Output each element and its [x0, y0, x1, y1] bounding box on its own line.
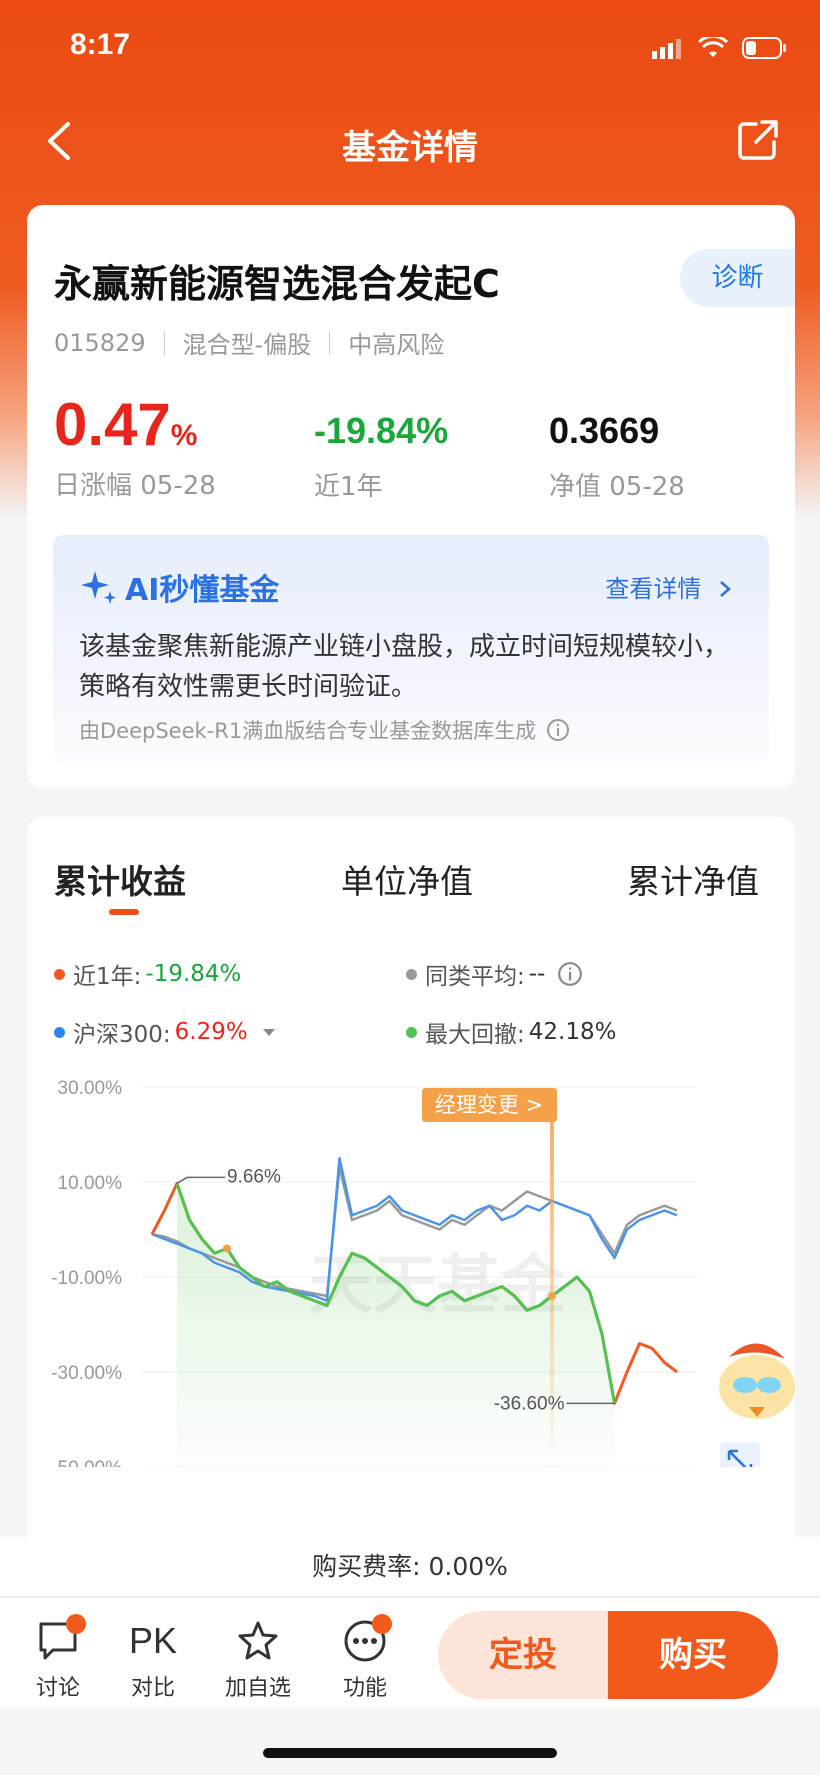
- share-icon[interactable]: [736, 118, 780, 162]
- legend-fund: 近1年: -19.84%: [54, 957, 241, 991]
- daily-change-number: 0.47: [54, 391, 171, 458]
- notification-badge: [372, 1614, 392, 1634]
- legend-dd-value: 42.18%: [528, 1019, 617, 1045]
- y-tick-label: 10.00%: [58, 1173, 123, 1194]
- stat-daily: 0.47% 日涨幅 05-28: [54, 390, 216, 502]
- legend-dot: [406, 1026, 417, 1038]
- legend-index-label: 沪深300:: [73, 1022, 171, 1048]
- status-bar: 8:17: [0, 0, 820, 100]
- drawdown-area: [177, 1183, 615, 1467]
- legend-peer-value: --: [528, 961, 546, 987]
- divider: [329, 330, 331, 355]
- peak-label: 9.66%: [227, 1166, 281, 1187]
- home-indicator-area: [0, 1708, 820, 1775]
- sparkle-icon: [81, 571, 116, 604]
- y-tick-label: -50.00%: [51, 1458, 122, 1467]
- fee-bar: 购买费率: 0.00%: [0, 1537, 820, 1597]
- legend-fund-label: 近1年:: [73, 964, 142, 990]
- chart-tabs: 累计收益 单位净值 累计净值: [27, 855, 795, 915]
- legend-dot: [406, 968, 417, 980]
- legend-index-value: 6.29%: [174, 1019, 248, 1045]
- ai-note: 由DeepSeek-R1满血版结合专业基金数据库生成: [79, 715, 570, 745]
- fund-meta: 015829 混合型-偏股 中高风险: [54, 325, 444, 360]
- info-icon[interactable]: [546, 718, 570, 742]
- stat-year: -19.84% 近1年: [314, 410, 448, 503]
- y-tick-label: 30.00%: [58, 1078, 123, 1099]
- fund-name: 永赢新能源智选混合发起C: [54, 262, 500, 306]
- year-label: 近1年: [314, 472, 383, 502]
- fund-summary-card: 永赢新能源智选混合发起C 诊断 015829 混合型-偏股 中高风险 0.47%…: [27, 205, 795, 788]
- signal-icon: [652, 39, 681, 59]
- battery-icon: [742, 37, 786, 59]
- expand-icon[interactable]: [720, 1442, 760, 1467]
- function-label: 功能: [342, 1676, 387, 1701]
- daily-change-value: 0.47%: [54, 390, 216, 459]
- nav-bar: 基金详情: [0, 100, 820, 184]
- legend-dd-label: 最大回撤:: [425, 1022, 525, 1048]
- page-title: 基金详情: [342, 128, 478, 168]
- trough-label: -36.60%: [494, 1393, 565, 1414]
- tab-cumulative-return[interactable]: 累计收益: [54, 855, 186, 903]
- manager-change-point: [548, 1292, 556, 1300]
- status-icons: [652, 36, 788, 60]
- mascot-icon[interactable]: [719, 1343, 795, 1419]
- fund-code: 015829: [54, 328, 146, 357]
- return-chart[interactable]: 30.00%10.00%-10.00%-30.00%-50.00%天天基金经理变…: [27, 1067, 795, 1467]
- daily-label: 日涨幅 05-28: [54, 471, 216, 501]
- compare-label: 对比: [130, 1676, 175, 1701]
- discuss-label: 讨论: [35, 1676, 80, 1701]
- ai-detail-text: 查看详情: [605, 575, 702, 603]
- tab-indicator: [109, 909, 139, 915]
- bottom-action-bar: 讨论 PK 对比 加自选 功能 定投 购买: [0, 1598, 820, 1708]
- marker-point: [223, 1244, 231, 1253]
- legend-drawdown: 最大回撤: 42.18%: [406, 1015, 616, 1049]
- pk-icon: PK: [128, 1620, 178, 1661]
- legend-dot: [54, 1026, 65, 1038]
- y-tick-label: -10.00%: [51, 1268, 122, 1289]
- year-change-value: -19.84%: [314, 410, 449, 451]
- info-icon[interactable]: [557, 961, 583, 987]
- chart-card: 累计收益 单位净值 累计净值 近1年: -19.84% 同类平均: -- 沪深3…: [27, 817, 795, 1557]
- ai-summary-text: 该基金聚焦新能源产业链小盘股，成立时间短规模较小，策略有效性需更长时间验证。: [79, 632, 730, 702]
- ai-title-text: AI秒懂基金: [125, 573, 280, 608]
- buy-button[interactable]: 购买: [608, 1611, 778, 1699]
- stat-nav: 0.3669 净值 05-28: [549, 410, 685, 503]
- ai-note-text: 由DeepSeek-R1满血版结合专业基金数据库生成: [79, 719, 537, 743]
- fee-label: 购买费率: 0.00%: [312, 1552, 508, 1581]
- legend-dot: [54, 968, 65, 980]
- nav-label: 净值 05-28: [549, 472, 685, 502]
- ai-title: AI秒懂基金: [79, 565, 279, 609]
- fund-stats: 0.47% 日涨幅 05-28 -19.84% 近1年 0.3669 净值 05…: [54, 390, 774, 503]
- watch-label: 加自选: [224, 1676, 291, 1701]
- legend-peer: 同类平均: --: [406, 957, 583, 991]
- add-watchlist-button[interactable]: 加自选: [218, 1616, 298, 1702]
- caret-down-icon: [262, 1029, 275, 1036]
- discuss-button[interactable]: 讨论: [18, 1614, 98, 1702]
- wifi-icon: [698, 37, 728, 57]
- compare-button[interactable]: PK 对比: [113, 1616, 193, 1702]
- status-time: 8:17: [70, 28, 131, 61]
- peak-leader: [176, 1176, 225, 1185]
- dingtou-button[interactable]: 定投: [438, 1611, 608, 1699]
- home-indicator: [263, 1748, 557, 1758]
- notification-badge: [66, 1614, 86, 1634]
- fund-type: 混合型-偏股: [182, 331, 312, 359]
- nav-value: 0.3669: [549, 410, 660, 451]
- manager-change-label: 经理变更 >: [435, 1093, 543, 1117]
- legend-peer-label: 同类平均:: [425, 964, 525, 990]
- star-icon: [238, 1621, 278, 1660]
- tab-unit-nav[interactable]: 单位净值: [341, 855, 473, 903]
- ai-summary-box: AI秒懂基金 查看详情 该基金聚焦新能源产业链小盘股，成立时间短规模较小，策略有…: [53, 535, 769, 762]
- daily-change-unit: %: [170, 419, 198, 452]
- diagnose-button[interactable]: 诊断: [680, 249, 795, 307]
- tab-cumulative-nav[interactable]: 累计净值: [627, 855, 759, 903]
- function-button[interactable]: 功能: [325, 1614, 405, 1702]
- divider: [163, 330, 165, 355]
- fund-risk: 中高风险: [348, 331, 445, 359]
- y-tick-label: -30.00%: [51, 1363, 122, 1384]
- chevron-right-icon: [720, 581, 731, 597]
- ai-detail-link[interactable]: 查看详情: [605, 569, 733, 604]
- legend-index[interactable]: 沪深300: 6.29%: [54, 1015, 276, 1049]
- legend-fund-value: -19.84%: [145, 961, 242, 987]
